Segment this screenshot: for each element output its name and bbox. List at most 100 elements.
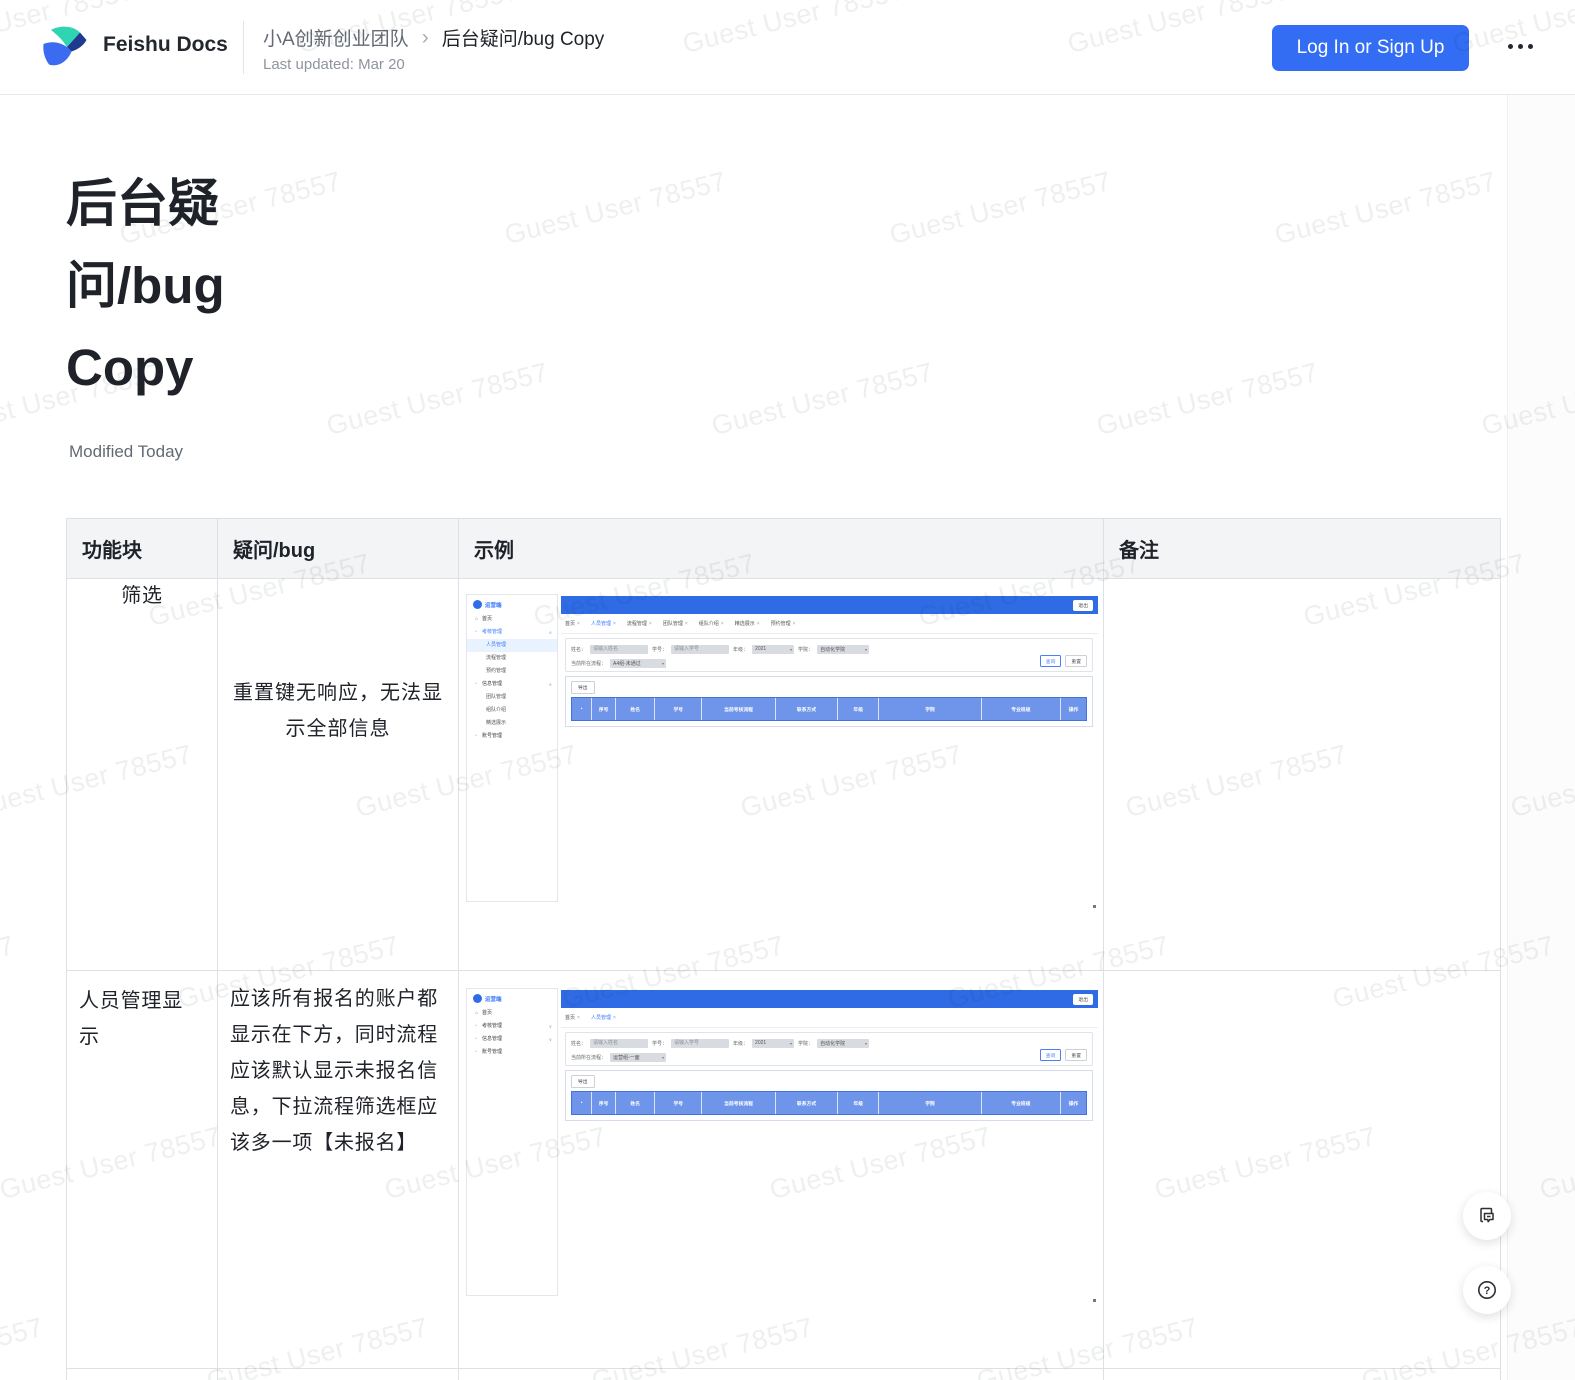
mock-sid-label: 学号： [652, 1040, 668, 1047]
mock-college-label: 学院： [798, 646, 814, 653]
mock-sidebar-item-icon: ▫ [475, 629, 477, 635]
example-cell [458, 1368, 1104, 1380]
mock-table-col: 操作 [1068, 1101, 1079, 1107]
mock-table-col: 专业班级 [982, 1092, 1062, 1114]
mock-tabbar: 首页 × 人员管理 × 流程管理 × 团队管理 × 组队介绍 × 精选展示 × 预约管理 × [561, 614, 1098, 634]
mock-name-input: 请输入姓名 [590, 1038, 649, 1048]
example-screenshot-2[interactable]: 运营端 ⌂ 首页 ▫ 考核管理 ∨ ▫ 信息管理 ∨ ▫ 账号管理 退出 首页 … [466, 988, 1098, 1302]
mock-tab-close-icon: × [720, 621, 724, 627]
mock-college-select: 自动化学院 ▾ [817, 644, 870, 654]
modified-label: Modified Today [69, 442, 184, 461]
mock-tab-close-icon: × [612, 621, 616, 627]
feedback-button[interactable] [1463, 1192, 1511, 1240]
mock-tab: 首页 × [565, 621, 580, 627]
mock-sidebar-item: ▫ 账号管理 [467, 730, 557, 743]
mock-tabbar: 首页 × 人员管理 × [561, 1008, 1098, 1028]
mock-tab-close-icon: × [577, 1015, 580, 1021]
mock-table-block: 导出 • 序号 姓名 学号 当前考核流程 联系方式 年级 学院 专业班级 操作 [565, 1070, 1093, 1121]
mock-reset-button: 重置 [1065, 1049, 1087, 1061]
mock-sidebar-item: ▫ 信息管理 ∧ [467, 678, 557, 691]
more-menu-icon[interactable] [1508, 44, 1533, 49]
mock-tab: 流程管理 × [626, 621, 652, 627]
breadcrumb-chevron-icon: › [421, 26, 429, 49]
issue-cell [217, 1368, 459, 1380]
mock-sidebar-item-icon: ⌂ [475, 616, 479, 622]
mock-tab-close-icon: × [684, 621, 688, 627]
mock-tab-close-icon: × [756, 621, 760, 627]
mock-brand: 运营端 [467, 595, 557, 613]
mock-topbar: 退出 [561, 596, 1098, 614]
mock-table-col: 联系方式 [776, 698, 839, 720]
feature-cell: 人员管理显示 [66, 970, 218, 1369]
mock-name-input: 请输入姓名 [590, 644, 649, 654]
mock-sidebar-item: 流程管理 [486, 655, 507, 661]
mock-table-header: • 序号 姓名 学号 当前考核流程 联系方式 年级 学院 专业班级 操作 [571, 697, 1087, 721]
mock-sidebar-item: 人员管理 [467, 639, 557, 652]
header-divider [243, 21, 244, 74]
issue-text: 应该所有报名的账户都显示在下方，同时流程应该默认显示未报名信息，下拉流程筛选框应… [230, 988, 438, 1154]
mock-name-label: 姓名： [571, 1040, 587, 1047]
note-cell [1103, 970, 1501, 1369]
mock-sidebar-item-icon: ▫ [475, 681, 477, 687]
mock-flow-label: 当前所在流程： [571, 660, 607, 667]
feature-cell [66, 1368, 218, 1380]
mock-sidebar-item: 组队介绍 [486, 707, 507, 713]
mock-table-col: 当前考核流程 [702, 698, 776, 720]
note-cell [1103, 578, 1501, 971]
mock-tab-close-icon: × [577, 621, 580, 627]
mock-table-col: 学号 [655, 1092, 703, 1114]
mock-table-header: • 序号 姓名 学号 当前考核流程 联系方式 年级 学院 专业班级 操作 [571, 1091, 1087, 1115]
svg-text:?: ? [1484, 1285, 1491, 1297]
mock-table-col: 联系方式 [776, 1092, 839, 1114]
mock-tab: 团队管理 × [662, 621, 688, 627]
col-header-note: 备注 [1103, 518, 1501, 579]
mock-table-col: 学院 [879, 698, 982, 720]
mock-table-col: 学号 [655, 698, 703, 720]
example-cell: 运营端 ⌂ 首页 ▫ 考核管理 ∧ 人员管理 流程管理 预约管理 ▫ 信息管理 … [458, 578, 1104, 971]
mock-flow-label: 当前所在流程： [571, 1054, 607, 1061]
issue-cell: 应该所有报名的账户都显示在下方，同时流程应该默认显示未报名信息，下拉流程筛选框应… [217, 970, 459, 1369]
col-header-feature: 功能块 [66, 518, 218, 579]
login-signup-button[interactable]: Log In or Sign Up [1272, 25, 1469, 71]
feature-text: 人员管理显示 [79, 990, 183, 1048]
breadcrumb-parent-link[interactable]: 小A创新创业团队 [263, 24, 409, 51]
mock-sidebar-item: 预约管理 [486, 668, 507, 674]
mock-tab: 人员管理 × [590, 1015, 616, 1021]
example-screenshot-1[interactable]: 运营端 ⌂ 首页 ▫ 考核管理 ∧ 人员管理 流程管理 预约管理 ▫ 信息管理 … [466, 594, 1098, 908]
mock-tab: 人员管理 × [590, 621, 616, 627]
last-updated-label: Last updated: Mar 20 [263, 56, 405, 73]
feishu-logo-icon[interactable] [40, 24, 90, 71]
right-rail [1507, 95, 1575, 1380]
help-button[interactable]: ? [1463, 1266, 1511, 1314]
mock-grade-label: 年级： [733, 646, 749, 653]
mock-sidebar-item: 团队管理 [486, 694, 507, 700]
mock-sid-label: 学号： [652, 646, 668, 653]
mock-logout-button: 退出 [1073, 993, 1093, 1005]
mock-table-col: 姓名 [616, 1092, 656, 1114]
mock-sidebar-item-icon: ▫ [475, 1023, 477, 1029]
mock-table-col: 学院 [879, 1092, 982, 1114]
mock-tab: 首页 × [565, 1015, 580, 1021]
mock-brand-label: 运营端 [485, 602, 502, 609]
mock-name-label: 姓名： [571, 646, 587, 653]
mock-sidebar-item: ▫ 账号管理 [467, 1046, 557, 1059]
mock-table-block: 导出 • 序号 姓名 学号 当前考核流程 联系方式 年级 学院 专业班级 操作 [565, 676, 1093, 727]
mock-export-button: 导出 [571, 681, 595, 694]
table-row [66, 1368, 1501, 1380]
mock-caret-icon: ∨ [548, 1024, 552, 1029]
example-cell: 运营端 ⌂ 首页 ▫ 考核管理 ∨ ▫ 信息管理 ∨ ▫ 账号管理 退出 首页 … [458, 970, 1104, 1369]
mock-brand: 运营端 [467, 989, 557, 1007]
mock-table-col: 专业班级 [982, 698, 1062, 720]
app-header: Feishu Docs 小A创新创业团队 › 后台疑问/bug Copy Las… [0, 0, 1575, 95]
mock-caret-icon: ∨ [548, 1037, 552, 1042]
mock-table-col: 操作 [1068, 707, 1079, 713]
mock-logout-button: 退出 [1073, 599, 1093, 611]
issue-cell: 重置键无响应，无法显示全部信息 [217, 578, 459, 971]
mock-sidebar: 运营端 ⌂ 首页 ▫ 考核管理 ∧ 人员管理 流程管理 预约管理 ▫ 信息管理 … [466, 594, 558, 902]
table-row: 筛选 重置键无响应，无法显示全部信息 运营端 ⌂ 首页 ▫ 考核管理 ∧ 人员管… [66, 578, 1501, 971]
doc-comment-icon [1480, 1207, 1494, 1223]
product-name[interactable]: Feishu Docs [103, 33, 228, 57]
mock-table-col: 序号 [592, 1092, 617, 1114]
mock-sid-input: 请输入学号 [671, 644, 730, 654]
feature-cell: 筛选 [66, 578, 218, 971]
